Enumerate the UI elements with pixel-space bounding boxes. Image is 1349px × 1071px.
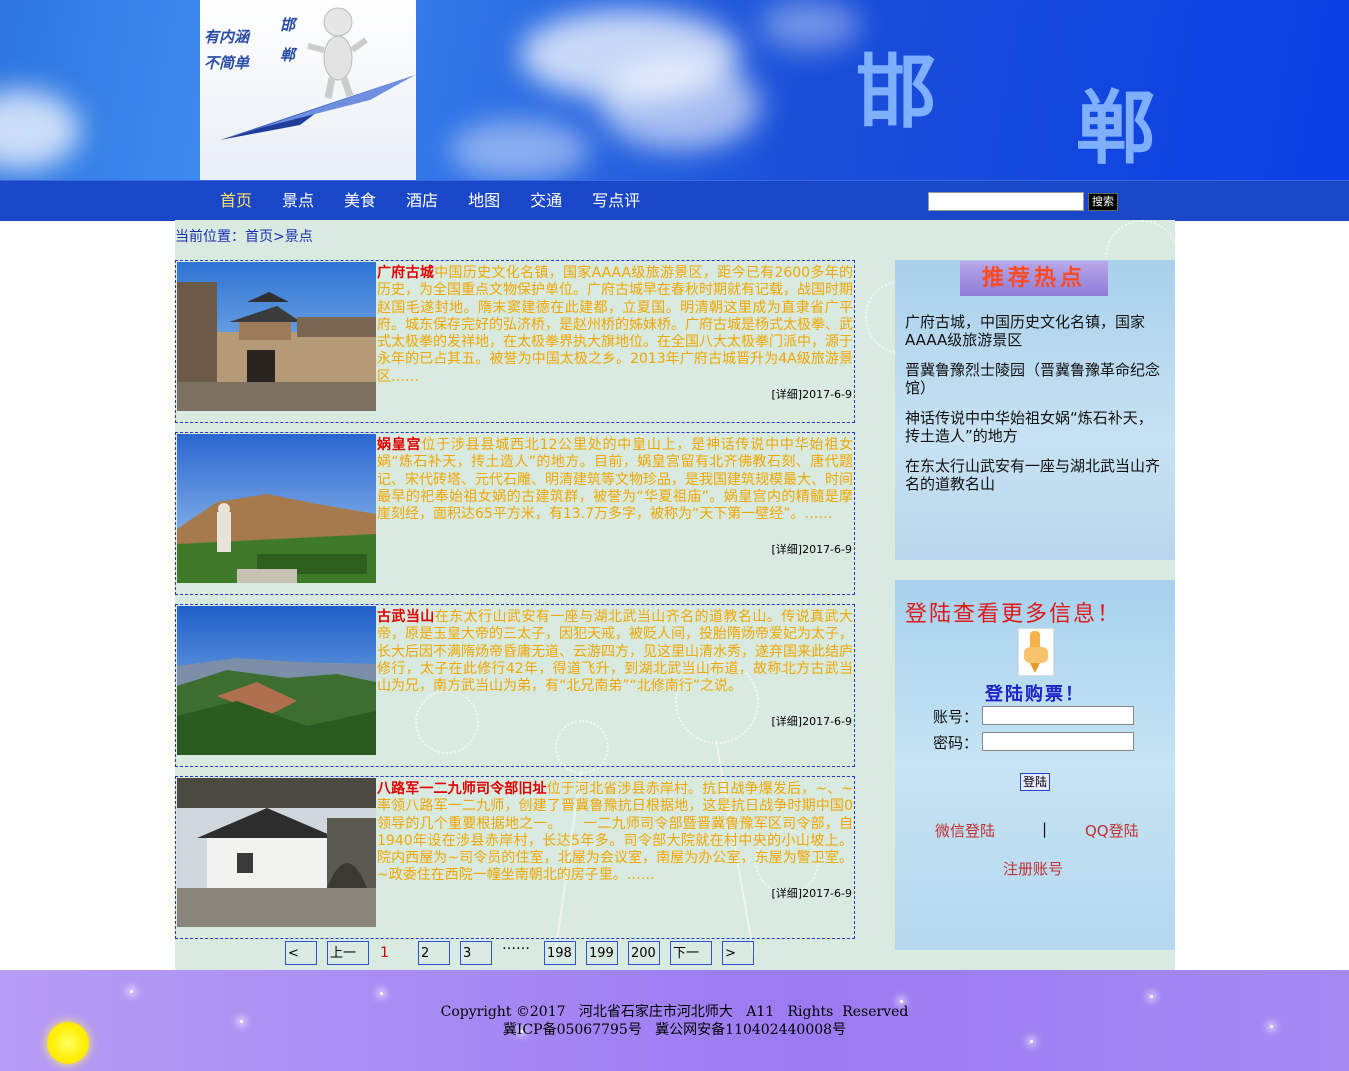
wechat-login-link[interactable]: 微信登陆 [935,820,995,841]
article-body: 在东太行山武安有一座与湖北武当山齐名的道教名山。传说真武大帝，原是玉皇大帝的三太… [377,609,853,695]
qq-login-link[interactable]: QQ登陆 [1085,820,1139,841]
pagination-prev-icon[interactable]: < [285,941,317,965]
main-content: 当前位置：首页>景点 广府古城中国历史文化名镇，国家AAAA级旅游景区，距今已有… [175,220,1175,970]
hot-spots-badge: 推荐热点 [960,261,1108,296]
nav-item-hotel[interactable]: 酒店 [391,181,453,221]
mountain-photo [177,606,376,755]
pagination-next-button[interactable]: 下一页 [670,941,712,965]
pagination-next-icon[interactable]: > [722,941,754,965]
sparkle-decoration [1030,1040,1033,1043]
article-detail-link[interactable]: [详细]2017-6-9 [771,386,852,402]
site-logo[interactable]: 有内涵 不简单 邯 郸 [200,0,416,180]
pagination-prev-button[interactable]: 上一页 [327,941,369,965]
buy-ticket-heading: 登陆购票！ [985,684,1085,705]
register-link[interactable]: 注册账号 [1003,858,1063,879]
article-item: 广府古城中国历史文化名镇，国家AAAA级旅游景区，距今已有2600多年的历史，为… [175,260,855,423]
pagination-page[interactable]: 200 [628,941,660,965]
city-title-char-2: 郸 [1076,81,1156,175]
search-input[interactable] [928,192,1084,211]
ancient-city-photo [177,262,376,411]
hot-spot-item[interactable]: 广府古城，中国历史文化名镇，国家AAAA级旅游景区 [905,313,1167,349]
hot-spots-panel: 推荐热点 广府古城，中国历史文化名镇，国家AAAA级旅游景区 晋冀鲁豫烈士陵园（… [895,260,1175,560]
nuwa-temple-photo [177,434,376,583]
article-text: 广府古城中国历史文化名镇，国家AAAA级旅游景区，距今已有2600多年的历史，为… [377,265,853,386]
hot-spot-item[interactable]: 晋冀鲁豫烈士陵园（晋冀鲁豫革命纪念馆） [905,361,1167,397]
footer-copyright: Copyright ©2017 河北省石家庄市河北师大 A11 Rights R… [440,1004,909,1020]
article-title[interactable]: 八路军一二九师司令部旧址 [377,781,547,797]
article-text: 八路军一二九师司令部旧址位于河北省涉县赤岸村。抗日战争爆发后，~、~率领八路军一… [377,781,853,885]
article-text: 古武当山在东太行山武安有一座与湖北武当山齐名的道教名山。传说真武大帝，原是玉皇大… [377,609,853,695]
article-thumbnail[interactable] [177,262,376,411]
city-title: 邯 郸 [850,20,1210,175]
cloud-decoration [760,0,860,50]
main-navigation: 首页 景点 美食 酒店 地图 交通 写点评 搜索 [0,180,1349,221]
article-title[interactable]: 古武当山 [377,609,435,625]
article-title[interactable]: 娲皇宫 [377,437,421,453]
hot-spot-item[interactable]: 神话传说中中华始祖女娲“炼石补天，抟土造人”的地方 [905,409,1167,445]
article-thumbnail[interactable] [177,434,376,583]
article-thumbnail[interactable] [177,606,376,755]
hot-spot-item[interactable]: 在东太行山武安有一座与湖北武当山齐名的道教名山 [905,457,1167,493]
login-heading: 登陆查看更多信息！ [905,602,1122,627]
search-button[interactable]: 搜索 [1088,193,1118,211]
nav-item-attractions[interactable]: 景点 [267,181,329,221]
login-submit-button[interactable]: 登陆 [1020,773,1051,791]
paper-plane-figure-icon [220,7,415,140]
nav-item-home[interactable]: 首页 [205,181,267,221]
account-label: 账号： [933,708,979,726]
sparkle-decoration [130,990,133,993]
article-item: 娲皇宫位于涉县县城西北12公里处的中皇山上，是神话传说中中华始祖女娲“炼石补天，… [175,432,855,595]
login-panel: 登陆查看更多信息！ 登陆购票！ 账号： 密码： 登陆 微信登陆 | QQ登陆 注… [895,580,1175,950]
cloud-decoration [600,60,760,150]
account-input[interactable] [982,706,1134,725]
headquarters-photo [177,778,376,927]
article-item: 八路军一二九师司令部旧址位于河北省涉县赤岸村。抗日战争爆发后，~、~率领八路军一… [175,776,855,939]
article-body: 位于涉县县城西北12公里处的中皇山上，是神话传说中中华始祖女娲“炼石补天，抟土造… [377,437,853,523]
password-label: 密码： [933,734,979,752]
article-detail-link[interactable]: [详细]2017-6-9 [771,541,852,557]
header-banner: 有内涵 不简单 邯 郸 邯 郸 [0,0,1349,180]
nav-item-transport[interactable]: 交通 [515,181,577,221]
pointing-hand-icon [1018,628,1054,676]
footer-icp: 冀ICP备05067795号 冀公网安备110402440008号 [502,1022,847,1038]
nav-list: 首页 景点 美食 酒店 地图 交通 写点评 [205,181,655,221]
sparkle-decoration [380,992,383,995]
footer: Copyright ©2017 河北省石家庄市河北师大 A11 Rights R… [0,970,1349,1071]
article-item: 古武当山在东太行山武安有一座与湖北武当山齐名的道教名山。传说真武大帝，原是玉皇大… [175,604,855,767]
cloud-decoration [450,120,590,180]
nav-item-review[interactable]: 写点评 [577,181,655,221]
pagination-ellipsis: …… [502,937,530,953]
login-separator: | [1042,820,1048,838]
article-body: 中国历史文化名镇，国家AAAA级旅游景区，距今已有2600多年的历史，为全国重点… [377,265,854,385]
article-thumbnail[interactable] [177,778,376,927]
sparkle-decoration [1150,995,1153,998]
nav-item-food[interactable]: 美食 [329,181,391,221]
cloud-decoration [0,90,80,170]
breadcrumb: 当前位置：首页>景点 [175,229,313,245]
article-detail-link[interactable]: [详细]2017-6-9 [771,885,852,901]
pagination-current-page: 1 [380,945,389,961]
article-detail-link[interactable]: [详细]2017-6-9 [771,713,852,729]
password-input[interactable] [982,732,1134,751]
nav-item-map[interactable]: 地图 [453,181,515,221]
article-text: 娲皇宫位于涉县县城西北12公里处的中皇山上，是神话传说中中华始祖女娲“炼石补天，… [377,437,853,523]
pagination-page[interactable]: 3 [460,941,492,965]
city-title-char-1: 邯 [856,45,936,139]
pagination-page[interactable]: 198 [544,941,576,965]
pagination-page[interactable]: 2 [418,941,450,965]
pagination-page[interactable]: 199 [586,941,618,965]
article-title[interactable]: 广府古城 [377,265,434,281]
